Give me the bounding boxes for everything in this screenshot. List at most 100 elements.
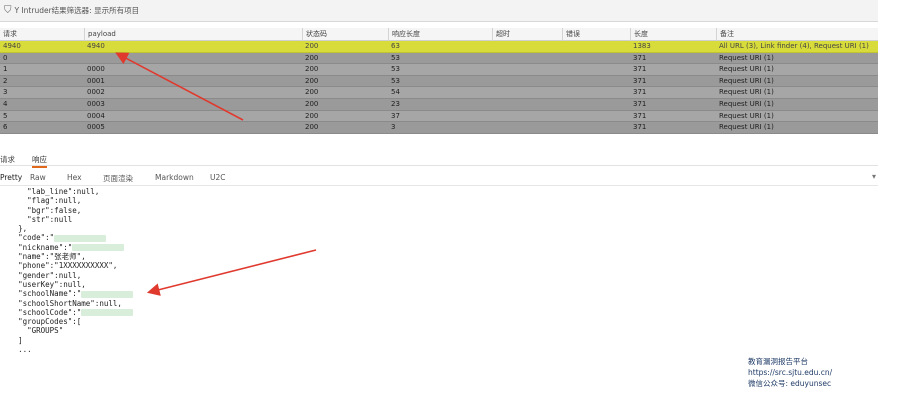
code-text: "str":null	[27, 214, 73, 224]
table-cell: 200	[305, 111, 319, 120]
column-header-status[interactable]: 状态码	[302, 28, 388, 41]
filter-text: Y Intruder结果筛选器: 显示所有项目	[14, 6, 140, 15]
tab-markdown[interactable]: Markdown	[155, 173, 194, 182]
column-header-error[interactable]: 错误	[562, 28, 630, 41]
code-text: "nickname":"	[18, 242, 73, 252]
column-header-comment[interactable]: 备注	[716, 28, 878, 41]
code-line: "code":"	[0, 233, 740, 242]
code-text: "code":"	[18, 233, 55, 243]
table-cell: Request URI (1)	[719, 111, 774, 120]
table-cell: 0005	[87, 123, 105, 132]
code-line: "schoolShortName":null,	[0, 299, 740, 308]
table-cell: 4940	[3, 42, 21, 50]
table-cell: 53	[391, 76, 400, 85]
table-row[interactable]: 1 0000 200 53 371 Request URI (1)	[0, 64, 878, 76]
code-text: "schoolCode":"	[18, 307, 82, 317]
table-row[interactable]: 6 0005 200 3 371 Request URI (1)	[0, 122, 878, 134]
table-cell: 4940	[87, 42, 105, 50]
redacted-value	[54, 234, 107, 242]
watermark-line1: 教育漏洞报告平台	[748, 357, 808, 366]
intruder-filter-bar[interactable]: ⛉ Y Intruder结果筛选器: 显示所有项目	[0, 0, 878, 22]
table-cell: 371	[633, 76, 647, 85]
table-row[interactable]: 5 0004 200 37 371 Request URI (1)	[0, 110, 878, 123]
code-line: ]	[0, 336, 740, 345]
table-cell: 0003	[87, 99, 105, 108]
table-cell: 0002	[87, 88, 105, 97]
table-cell: 2	[3, 76, 8, 85]
table-cell: 0001	[87, 76, 105, 85]
tab-u2c[interactable]: U2C	[210, 173, 226, 182]
table-cell	[492, 87, 495, 98]
table-row[interactable]: 4940 4940 200 63 1383 All URL (3), Link finde…	[0, 41, 878, 53]
table-cell: Request URI (1)	[719, 99, 774, 108]
tab-request[interactable]: 请求	[0, 154, 15, 165]
table-cell: 23	[391, 99, 400, 108]
watermark-line2: https://src.sjtu.edu.cn/	[748, 368, 833, 377]
table-cell: 371	[633, 88, 647, 97]
table-cell: 200	[305, 99, 319, 108]
code-text: "phone":"1XXXXXXXXXX",	[18, 261, 118, 271]
tab-raw[interactable]: Raw	[30, 173, 46, 182]
table-row[interactable]: 2 0001 200 53 371 Request URI (1)	[0, 75, 878, 88]
table-row[interactable]: 0 200 53 371 Request URI (1)	[0, 52, 878, 65]
column-header-timeout[interactable]: 超时	[492, 28, 562, 41]
redacted-value	[72, 244, 125, 252]
tab-response[interactable]: 响应	[32, 154, 47, 168]
table-cell: 200	[305, 65, 319, 74]
table-cell	[492, 53, 495, 64]
code-text: ...	[18, 345, 32, 355]
code-text: "name":"张老师",	[18, 252, 86, 262]
table-cell	[562, 122, 565, 133]
code-text: ]	[18, 335, 23, 345]
table-row[interactable]: 4 0003 200 23 371 Request URI (1)	[0, 98, 878, 111]
code-line: "GROUPS"	[0, 326, 740, 335]
split-divider[interactable]	[0, 146, 878, 151]
tab-render[interactable]: 页面渲染	[103, 173, 133, 184]
column-header-request[interactable]: 请求	[0, 28, 84, 41]
code-line: "schoolName":"	[0, 289, 740, 298]
table-cell	[562, 111, 565, 122]
table-cell: 0	[3, 53, 8, 62]
code-text: "bgr":false,	[27, 205, 82, 215]
table-cell	[84, 53, 87, 64]
table-cell: 200	[305, 76, 319, 85]
table-cell: 3	[3, 88, 8, 97]
column-header-size[interactable]: 长度	[630, 28, 716, 41]
code-line: "groupCodes":[	[0, 317, 740, 326]
table-row[interactable]: 3 0002 200 54 371 Request URI (1)	[0, 87, 878, 99]
tab-pretty[interactable]: Pretty	[0, 173, 22, 182]
column-header-length[interactable]: 响应长度	[388, 28, 492, 41]
table-cell: 1383	[633, 42, 651, 50]
table-cell	[492, 64, 495, 75]
chevron-down-icon[interactable]: ▾	[872, 172, 876, 181]
watermark-line3: 微信公众号: eduyunsec	[748, 379, 832, 388]
code-line: },	[0, 224, 740, 233]
table-cell: 0000	[87, 65, 105, 74]
code-text: "schoolName":"	[18, 289, 82, 299]
table-cell: 53	[391, 53, 400, 62]
table-cell: 0004	[87, 111, 105, 120]
column-header-payload[interactable]: payload	[84, 28, 302, 41]
code-text: "lab_line":null,	[27, 187, 100, 196]
view-tabs: Pretty Raw Hex 页面渲染 Markdown U2C ▾	[0, 172, 878, 186]
code-line: "flag":null,	[0, 196, 740, 205]
table-cell	[492, 111, 495, 122]
code-text: "schoolShortName":null,	[18, 298, 122, 308]
tab-hex[interactable]: Hex	[67, 173, 82, 182]
table-cell	[562, 87, 565, 98]
table-cell: 6	[3, 123, 8, 132]
response-body[interactable]: "lab_line":null, "flag":null, "bgr":fals…	[0, 187, 740, 402]
table-cell: 3	[391, 123, 396, 132]
table-cell: Request URI (1)	[719, 76, 774, 85]
